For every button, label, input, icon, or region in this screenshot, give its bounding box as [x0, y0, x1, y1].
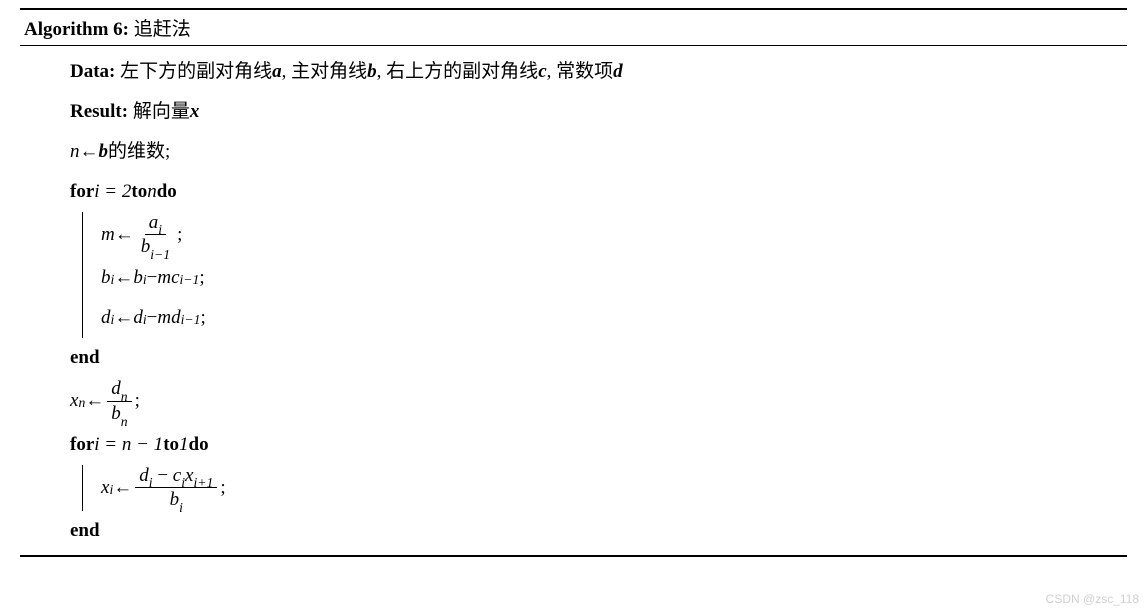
data-line: Data: 左下方的副对角线 a , 主对角线 b , 右上方的副对角线 c ,…: [70, 52, 1123, 92]
semi: ;: [200, 298, 205, 338]
var-d: d: [613, 52, 623, 92]
for1-line1: m ← ai bi−1 ;: [101, 212, 1123, 259]
md: md: [157, 298, 180, 338]
result-text: 解向量: [133, 92, 190, 132]
sub: i: [149, 475, 153, 490]
do-kw: do: [157, 172, 177, 212]
for2-body: x i ← di − cixi+1 bi ;: [82, 465, 1123, 512]
semi: ;: [220, 468, 225, 508]
result-line: Result: 解向量 x: [70, 92, 1123, 132]
arrow: ←: [114, 298, 133, 338]
sub: n: [121, 414, 128, 429]
for1-end: end: [70, 338, 1123, 378]
arrow: ←: [115, 215, 134, 255]
bn: b: [111, 403, 121, 424]
b-var: b: [99, 132, 109, 172]
data-text-a: 左下方的副对角线: [120, 52, 272, 92]
minus: −: [147, 298, 158, 338]
fraction: di − cixi+1 bi: [135, 465, 217, 512]
do-kw: do: [189, 425, 209, 465]
arrow: ←: [85, 381, 104, 421]
to-kw: to: [131, 172, 147, 212]
den-b: b: [141, 236, 151, 257]
for1-line2: bi ← bi − mci−1 ;: [101, 258, 1123, 298]
algorithm-label: Algorithm 6:: [24, 19, 129, 40]
result-var: x: [190, 92, 200, 132]
sub: i: [179, 500, 183, 515]
xi: x: [101, 468, 109, 508]
semi: ;: [177, 215, 182, 255]
for1-cond-post: n: [147, 172, 157, 212]
bi-r: b: [133, 258, 143, 298]
var-b: b: [367, 52, 377, 92]
for-kw: for: [70, 172, 94, 212]
end-kw: end: [70, 338, 100, 378]
assign-xn: x n ← dn bn ;: [70, 378, 1123, 425]
arrow: ←: [114, 258, 133, 298]
bi: b: [170, 489, 180, 510]
bi-l: b: [101, 258, 111, 298]
mc: mc: [157, 258, 179, 298]
semi: ;: [135, 381, 140, 421]
di: d: [139, 465, 149, 486]
watermark: CSDN @zsc_118: [1046, 592, 1139, 606]
sub: n: [121, 389, 128, 404]
for2-cond-pre: i = n − 1: [94, 425, 163, 465]
xn: x: [70, 381, 78, 421]
arrow: ←: [113, 468, 132, 508]
for1-body: m ← ai bi−1 ; bi ← bi − mci−1 ; d i ← d: [82, 212, 1123, 338]
m-var: m: [101, 215, 115, 255]
semi: ;: [199, 258, 204, 298]
di-l: d: [101, 298, 111, 338]
assign-n: n ← b 的维数;: [70, 132, 1123, 172]
for-kw: for: [70, 425, 94, 465]
for1-header: for i = 2 to n do: [70, 172, 1123, 212]
den-sub: i−1: [150, 247, 170, 262]
arrow: ←: [80, 132, 99, 172]
for1-line3: di ← di − mdi−1 ;: [101, 298, 1123, 338]
num-sub: i: [158, 222, 162, 237]
minus: −: [157, 465, 172, 486]
ci: c: [173, 465, 181, 486]
to-kw: to: [163, 425, 179, 465]
num-a: a: [149, 212, 159, 233]
algorithm-box: Algorithm 6: 追赶法 Data: 左下方的副对角线 a , 主对角线…: [20, 8, 1127, 557]
for2-header: for i = n − 1 to 1 do: [70, 425, 1123, 465]
data-sep1: , 主对角线: [282, 52, 368, 92]
for2-end: end: [70, 511, 1123, 551]
sub: i+1: [193, 475, 213, 490]
dn: d: [111, 378, 121, 399]
result-label: Result:: [70, 92, 128, 132]
sub: i: [181, 475, 185, 490]
for2-cond-post: 1: [179, 425, 189, 465]
fraction: dn bn: [107, 378, 131, 425]
var-c: c: [538, 52, 546, 92]
minus: −: [147, 258, 158, 298]
di-r: d: [133, 298, 143, 338]
data-sep2: , 右上方的副对角线: [377, 52, 539, 92]
data-label: Data:: [70, 52, 115, 92]
fraction: ai bi−1: [137, 212, 174, 259]
data-sep3: , 常数项: [547, 52, 614, 92]
var-a: a: [272, 52, 282, 92]
algorithm-title: 追赶法: [134, 19, 191, 40]
n-var: n: [70, 132, 80, 172]
algorithm-header: Algorithm 6: 追赶法: [20, 10, 1127, 46]
algorithm-body: Data: 左下方的副对角线 a , 主对角线 b , 右上方的副对角线 c ,…: [20, 46, 1127, 555]
for2-line1: x i ← di − cixi+1 bi ;: [101, 465, 1123, 512]
tail-text: 的维数;: [108, 132, 170, 172]
for1-cond-pre: i = 2: [94, 172, 131, 212]
end-kw: end: [70, 511, 100, 551]
